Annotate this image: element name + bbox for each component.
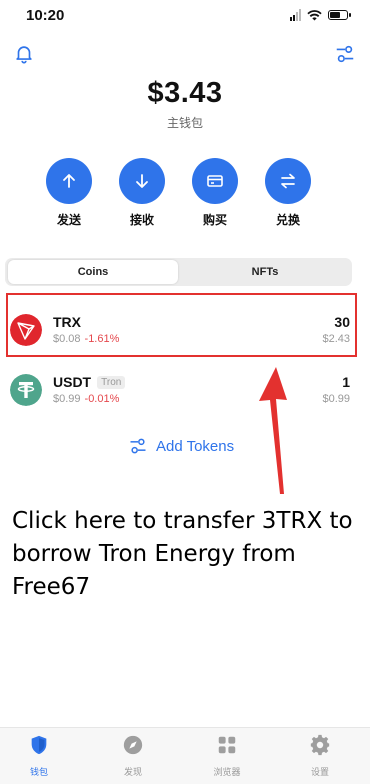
nav-wallet[interactable]: 钱包	[9, 734, 69, 778]
swap-label: 兑换	[275, 213, 300, 227]
token-row-usdt[interactable]: USDT Tron $0.99 -0.01% 1 $0.99	[0, 360, 370, 416]
status-bar: 10:20	[0, 0, 370, 32]
buy-label: 购买	[202, 213, 227, 227]
manage-icon[interactable]	[334, 43, 356, 65]
wallet-name[interactable]: 主钱包	[0, 114, 370, 131]
signal-icon	[290, 9, 301, 21]
tether-logo-icon	[10, 374, 42, 406]
token-price-line: $0.99 -0.01%	[53, 393, 119, 405]
nav-browser[interactable]: 浏览器	[197, 734, 257, 778]
wifi-icon	[307, 10, 322, 21]
nav-label: 浏览器	[213, 767, 241, 777]
arrow-up-icon	[63, 174, 75, 188]
tab-coins[interactable]: Coins	[8, 260, 178, 284]
grid-icon	[218, 736, 236, 754]
bottom-nav: 钱包 发现 浏览器 设置	[0, 727, 370, 784]
nav-discover[interactable]: 发现	[103, 734, 163, 778]
token-symbol-line: USDT Tron	[53, 374, 126, 390]
total-balance: $3.43	[147, 77, 223, 109]
token-change: -0.01%	[84, 393, 120, 405]
add-tokens-button[interactable]: Add Tokens	[128, 436, 234, 456]
swap-button[interactable]: 兑换	[258, 158, 318, 228]
card-icon	[207, 175, 223, 187]
token-symbol: USDT	[53, 374, 92, 390]
arrow-down-icon	[136, 174, 148, 188]
network-badge: Tron	[97, 376, 126, 389]
highlight-box	[6, 293, 357, 357]
nav-settings[interactable]: 设置	[290, 734, 350, 778]
send-button[interactable]: 发送	[39, 158, 99, 228]
receive-button[interactable]: 接收	[112, 158, 172, 228]
tab-nfts[interactable]: NFTs	[180, 260, 350, 284]
wallet-shield-icon	[31, 735, 47, 755]
buy-button[interactable]: 购买	[185, 158, 245, 228]
receive-label: 接收	[129, 213, 154, 227]
token-price: $0.99	[53, 393, 81, 405]
nav-label: 钱包	[29, 767, 48, 777]
compass-icon	[123, 735, 143, 755]
gear-icon	[310, 734, 330, 756]
nav-label: 设置	[310, 767, 329, 777]
add-tokens-label: Add Tokens	[156, 437, 235, 455]
manage-tokens-icon	[130, 438, 146, 454]
status-icons	[290, 9, 351, 21]
bell-icon[interactable]	[13, 43, 35, 65]
swap-icon	[281, 173, 295, 189]
token-value: $0.99	[322, 393, 350, 405]
annotation-text: Click here to transfer 3TRX to borrow Tr…	[12, 508, 353, 600]
nav-label: 发现	[123, 767, 142, 777]
send-label: 发送	[56, 213, 81, 227]
asset-tabs: Coins NFTs	[5, 258, 352, 286]
status-time: 10:20	[26, 7, 65, 24]
battery-icon	[328, 10, 351, 20]
token-amount: 1	[342, 374, 350, 390]
